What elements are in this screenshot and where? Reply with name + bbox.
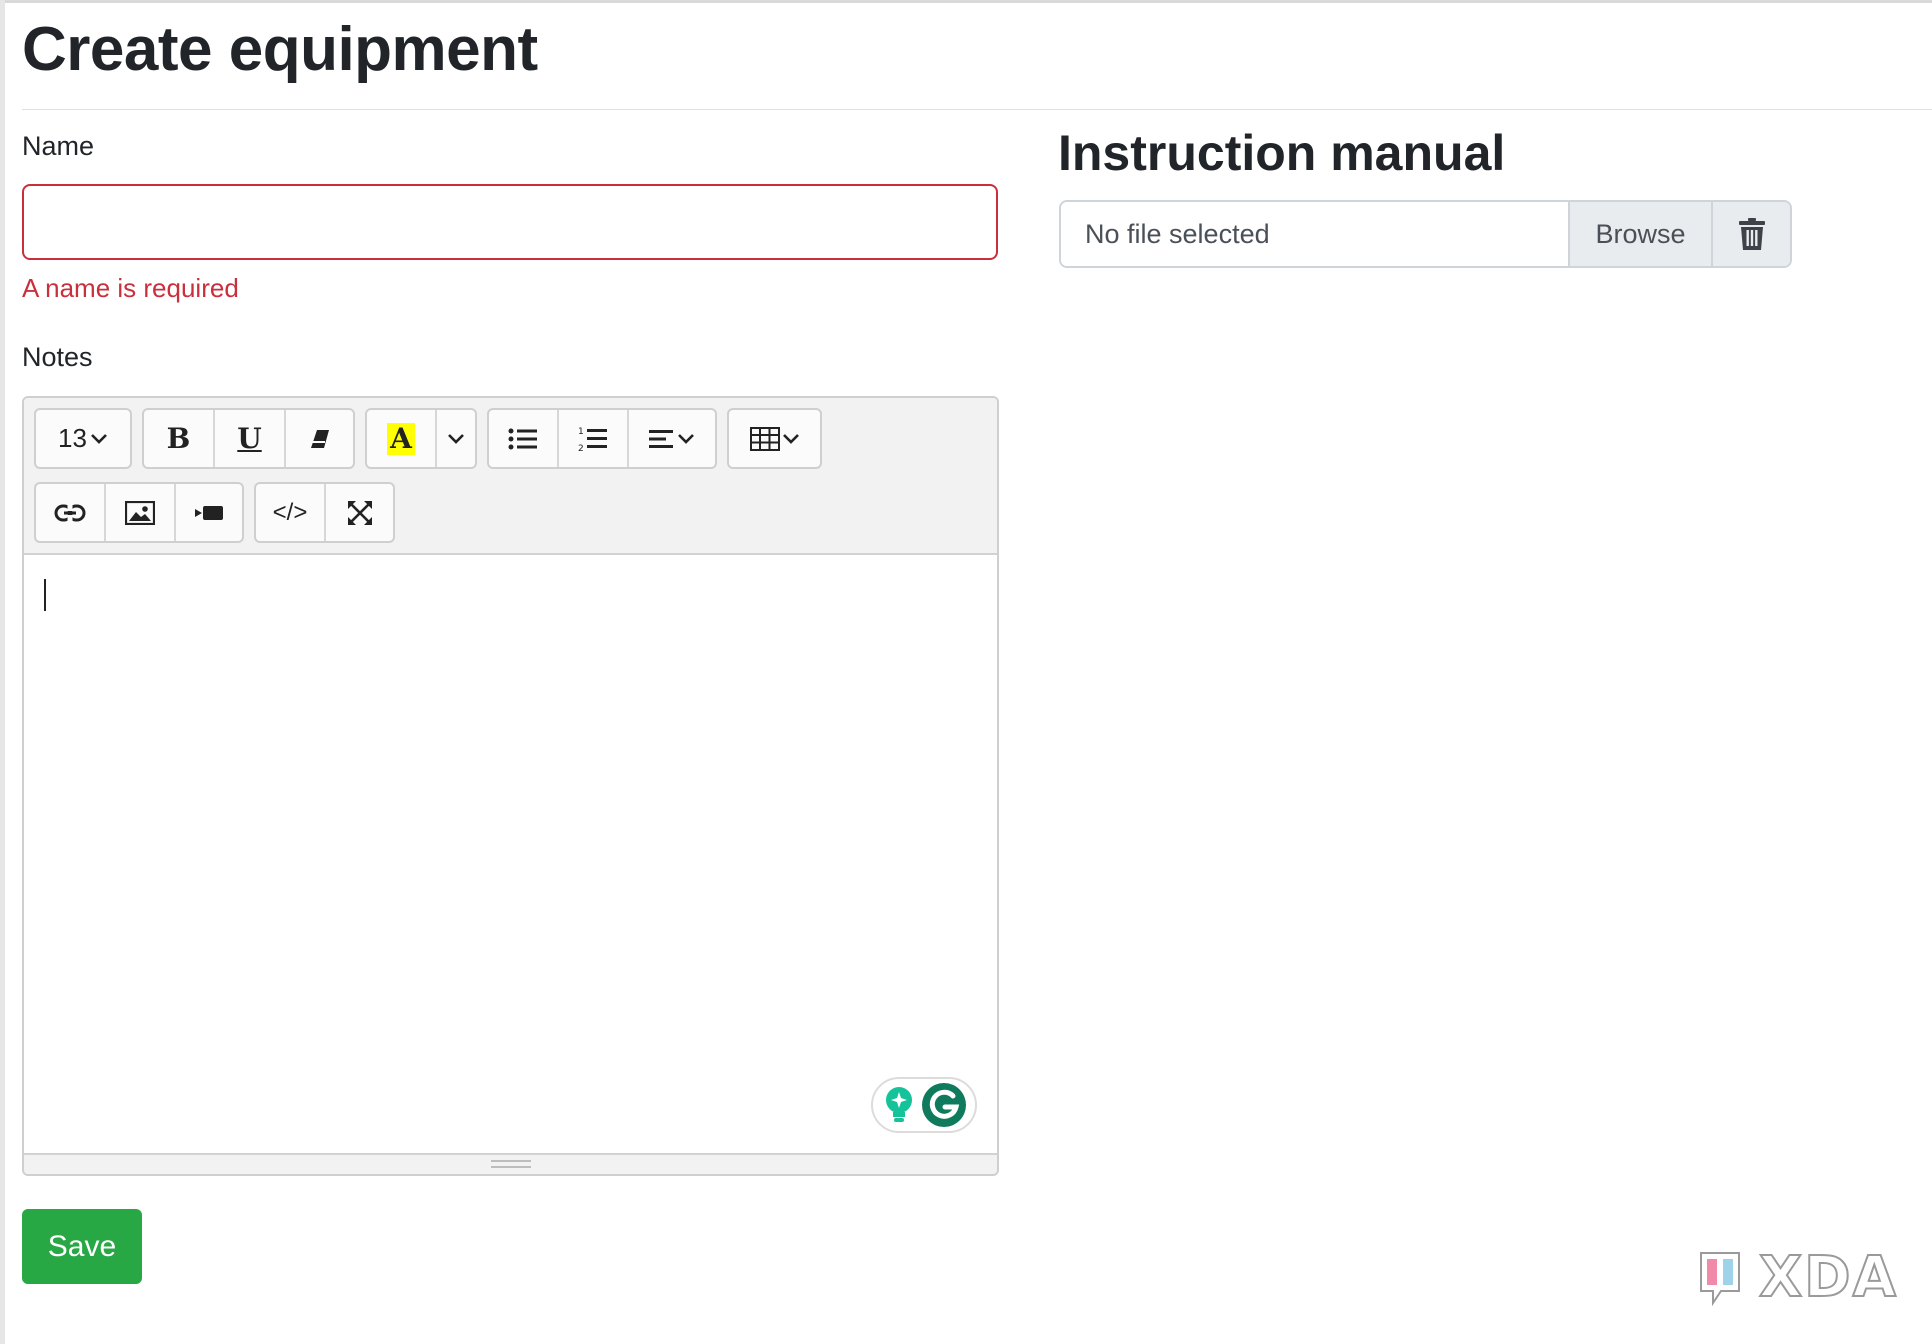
chevron-down-icon bbox=[91, 433, 107, 444]
ordered-list-button[interactable]: 1 2 bbox=[559, 410, 629, 467]
file-name-display[interactable]: No file selected bbox=[1061, 202, 1568, 266]
paragraph-align-dropdown[interactable] bbox=[629, 410, 715, 467]
notes-label: Notes bbox=[22, 342, 93, 372]
image-button[interactable] bbox=[106, 484, 176, 541]
video-button[interactable] bbox=[176, 484, 242, 541]
table-dropdown[interactable] bbox=[729, 410, 820, 467]
name-input[interactable] bbox=[22, 184, 998, 260]
bullet-list-icon bbox=[508, 428, 537, 449]
highlight-color-button[interactable]: A bbox=[367, 410, 437, 467]
font-size-group: 13 bbox=[34, 408, 132, 469]
unordered-list-button[interactable] bbox=[489, 410, 559, 467]
svg-text:2: 2 bbox=[578, 444, 584, 452]
trash-icon bbox=[1738, 218, 1765, 250]
font-size-value: 13 bbox=[58, 423, 87, 453]
editor-resize-handle[interactable] bbox=[24, 1153, 997, 1174]
chevron-down-icon bbox=[678, 433, 694, 444]
numbered-list-icon: 1 2 bbox=[578, 427, 607, 452]
bold-icon: B bbox=[166, 422, 191, 455]
chevron-down-icon bbox=[448, 433, 464, 444]
header-divider bbox=[22, 109, 1932, 110]
code-icon: </> bbox=[272, 498, 308, 526]
underline-icon: U bbox=[237, 422, 262, 455]
link-icon bbox=[54, 503, 86, 522]
grip-icon bbox=[490, 1160, 531, 1168]
video-icon bbox=[195, 505, 223, 520]
fullscreen-button[interactable] bbox=[326, 484, 393, 541]
instruction-manual-title: Instruction manual bbox=[1058, 125, 1506, 181]
text-caret bbox=[44, 579, 46, 611]
instruction-manual-file-input: No file selected Browse bbox=[1059, 200, 1792, 268]
table-icon bbox=[749, 426, 780, 451]
name-error-message: A name is required bbox=[22, 273, 239, 303]
browse-button[interactable]: Browse bbox=[1568, 202, 1711, 266]
fullscreen-icon bbox=[347, 500, 372, 525]
xda-watermark: XDA bbox=[1695, 1244, 1898, 1311]
image-icon bbox=[125, 500, 155, 525]
editor-toolbar: 13 B U A 1 2 </> bbox=[24, 398, 997, 555]
font-size-dropdown[interactable]: 13 bbox=[36, 410, 130, 467]
name-label: Name bbox=[22, 131, 95, 161]
notes-editor: 13 B U A 1 2 </> bbox=[22, 396, 999, 1176]
paragraph-group: 1 2 bbox=[487, 408, 717, 469]
underline-button[interactable]: U bbox=[215, 410, 286, 467]
bold-button[interactable]: B bbox=[144, 410, 215, 467]
svg-text:1: 1 bbox=[578, 427, 584, 437]
save-button[interactable]: Save bbox=[22, 1209, 142, 1284]
xda-logo-icon bbox=[1700, 1251, 1740, 1306]
highlight-icon: A bbox=[387, 422, 415, 455]
grammarly-widget[interactable] bbox=[871, 1077, 977, 1133]
window-top-border bbox=[0, 0, 1932, 3]
insert-group bbox=[34, 482, 244, 543]
code-view-button[interactable]: </> bbox=[256, 484, 326, 541]
color-group: A bbox=[365, 408, 477, 469]
notes-editor-content[interactable] bbox=[24, 555, 997, 1153]
eraser-icon bbox=[310, 429, 329, 448]
font-style-group: B U bbox=[142, 408, 355, 469]
view-group: </> bbox=[254, 482, 395, 543]
grammarly-logo-icon bbox=[921, 1083, 966, 1127]
align-left-icon bbox=[649, 429, 673, 448]
watermark-text: XDA bbox=[1758, 1244, 1898, 1311]
delete-file-button[interactable] bbox=[1711, 202, 1790, 266]
page-title: Create equipment bbox=[22, 15, 538, 84]
lightbulb-icon bbox=[885, 1087, 912, 1122]
link-button[interactable] bbox=[36, 484, 106, 541]
chevron-down-icon bbox=[782, 433, 799, 444]
clear-format-button[interactable] bbox=[286, 410, 353, 467]
table-group bbox=[727, 408, 822, 469]
color-dropdown-button[interactable] bbox=[437, 410, 475, 467]
window-left-border bbox=[0, 0, 5, 1344]
